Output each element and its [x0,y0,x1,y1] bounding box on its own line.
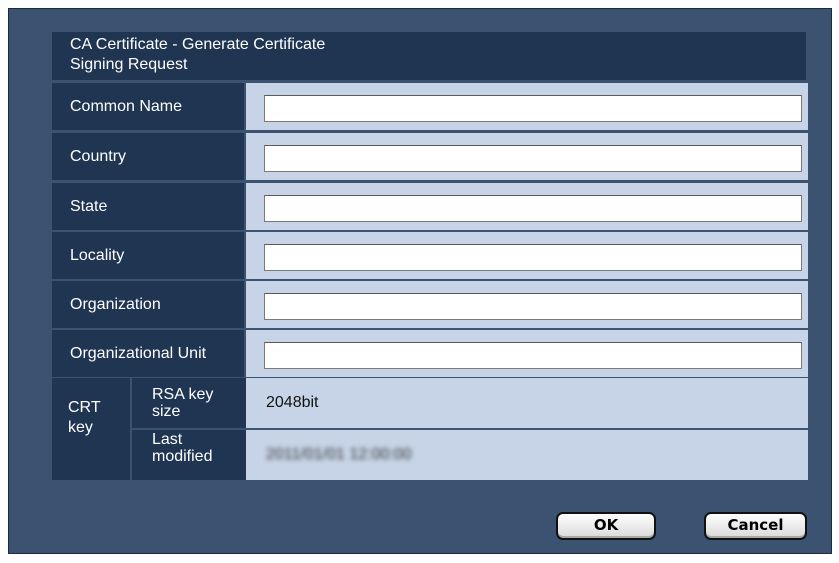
last-modified-label: Last modified [132,430,246,480]
last-modified-label-line2: modified [152,448,213,465]
state-label: State [52,183,244,230]
last-modified-label-line1: Last [152,431,183,448]
country-input[interactable] [264,145,802,172]
last-modified-timestamp: 2011/01/01 12:00:00 [266,446,412,463]
rsa-key-size-value: 2048bit [246,378,808,428]
crt-key-label: CRT key [52,378,130,480]
state-cell [246,183,808,230]
organization-input[interactable] [264,293,802,320]
dialog-title-line2: Signing Request [70,56,188,73]
common-name-row: Common Name [52,83,808,130]
crt-key-label-line1: CRT [68,399,101,416]
locality-row: Locality [52,232,808,279]
locality-cell [246,232,808,279]
organizational-unit-input[interactable] [264,342,802,369]
rsa-key-size-label: RSA key size [132,378,246,428]
locality-label: Locality [52,232,244,279]
organizational-unit-label: Organizational Unit [52,330,244,377]
common-name-label: Common Name [52,83,244,130]
locality-input[interactable] [264,244,802,271]
rsa-key-size-label-line1: RSA key [152,386,214,403]
cancel-button[interactable]: Cancel [704,512,807,540]
rsa-key-size-label-line2: size [152,403,181,420]
organizational-unit-row: Organizational Unit [52,330,808,377]
organization-row: Organization [52,281,808,328]
organization-label: Organization [52,281,244,328]
crt-key-label-line2: key [68,419,93,436]
state-row: State [52,183,808,230]
country-row: Country [52,133,808,180]
common-name-cell [246,83,808,130]
ok-button[interactable]: OK [556,512,656,540]
organization-cell [246,281,808,328]
last-modified-value: 2011/01/01 12:00:00 [246,430,808,480]
organizational-unit-cell [246,330,808,377]
country-cell [246,133,808,180]
dialog-title-line1: CA Certificate - Generate Certificate [70,36,326,53]
country-label: Country [52,133,244,180]
common-name-input[interactable] [264,95,802,122]
dialog-title: CA Certificate - Generate Certificate Si… [52,32,806,80]
state-input[interactable] [264,195,802,222]
